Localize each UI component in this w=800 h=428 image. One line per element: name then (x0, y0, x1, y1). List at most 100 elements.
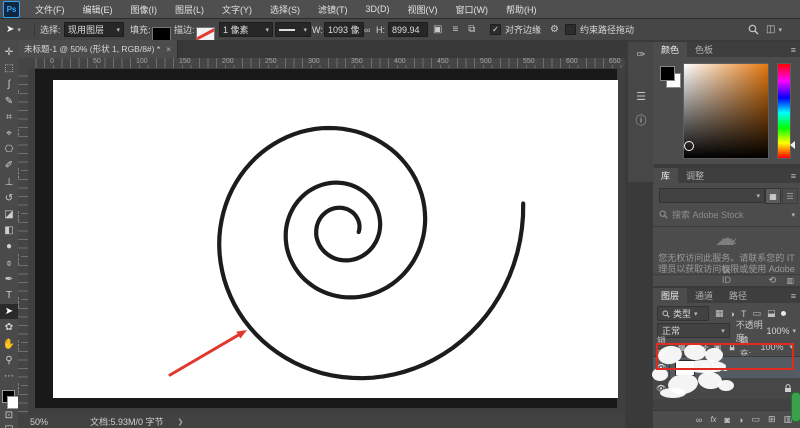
align-edges-checkbox[interactable]: ✓ 对齐边缘 (490, 19, 541, 40)
menu-item-11[interactable]: 帮助(H) (497, 3, 546, 16)
ruler-v-label-50: 50 (18, 128, 21, 136)
sync-icon[interactable]: ⟲ (768, 275, 776, 286)
history-brush-tool[interactable]: ↺ (0, 191, 18, 206)
tab-channels[interactable]: 通道 (687, 288, 721, 303)
filter-pixel-layers-icon[interactable]: ▦ (715, 308, 724, 319)
filter-toggle-pin[interactable] (781, 311, 787, 316)
menu-item-10[interactable]: 窗口(W) (447, 3, 498, 16)
grid-view-button[interactable]: ▦ (765, 188, 781, 204)
healing-brush-tool[interactable]: ⎔ (0, 142, 18, 157)
menu-item-8[interactable]: 3D(D) (357, 4, 399, 14)
filter-adjustment-layers-icon[interactable]: ◑ (730, 309, 735, 319)
document-canvas[interactable] (53, 80, 618, 398)
stroke-width-dropdown[interactable]: 1 像素 ▾ (219, 19, 273, 40)
select-mode-dropdown[interactable]: 现用图层 ▾ (64, 19, 124, 40)
tab-libraries[interactable]: 库 (653, 168, 679, 183)
tab-color[interactable]: 颜色 (653, 42, 688, 57)
gradient-tool[interactable]: ◧ (0, 223, 18, 238)
options-bar: ➤ ▾ 选择: 现用图层 ▾ 填充: 描边: 1 像素 ▾ ▾ W: 1093 像 … (0, 19, 800, 41)
list-view-button[interactable]: ☰ (782, 188, 798, 204)
hue-slider-arrow[interactable] (790, 141, 795, 149)
shape-options-gear-icon[interactable]: ⚙ (545, 19, 564, 40)
constrain-path-checkbox[interactable]: 约束路径拖动 (565, 19, 634, 40)
link-dimensions-icon[interactable]: ∞ (364, 19, 370, 40)
tab-adjustments[interactable]: 调整 (678, 168, 712, 183)
quick-mask-icon[interactable]: ⊡ (0, 408, 18, 423)
trash-icon[interactable]: ▥ (786, 276, 794, 285)
path-arrangement-icon[interactable]: ⧉ (468, 24, 475, 35)
menu-item-2[interactable]: 编辑(E) (74, 3, 122, 16)
layer-filter-dropdown[interactable]: 类型 ▾ (657, 306, 709, 321)
menu-item-7[interactable]: 滤镜(T) (309, 3, 357, 16)
new-layer-icon[interactable]: ⊞ (768, 414, 776, 425)
custom-shape-tool[interactable]: ✿ (0, 320, 18, 335)
layer-mask-icon[interactable]: ◙ (725, 415, 730, 425)
eyedropper-tool[interactable]: ⌖ (0, 126, 18, 141)
quick-selection-tool[interactable]: ✎ (0, 94, 18, 109)
panel-menu-icon[interactable]: ≡ (791, 45, 796, 55)
menu-item-4[interactable]: 图层(L) (166, 3, 213, 16)
height-field[interactable]: 899.94 (388, 19, 428, 40)
path-selection-tool[interactable]: ➤ (0, 304, 18, 320)
menu-item-5[interactable]: 文字(Y) (213, 3, 261, 16)
tool-preset-picker[interactable]: ➤ ▾ (6, 19, 21, 40)
hand-tool[interactable]: ✋ (0, 337, 18, 352)
workspace-icon: ◫ (766, 24, 776, 35)
blur-tool[interactable]: ● (0, 239, 18, 254)
color-picker-cursor[interactable] (684, 141, 694, 151)
stroke-type-dropdown[interactable]: ▾ (275, 19, 311, 40)
menu-item-6[interactable]: 选择(S) (261, 3, 309, 16)
type-tool[interactable]: T (0, 288, 18, 303)
link-layers-icon[interactable]: ∞ (696, 415, 702, 425)
tab-paths[interactable]: 路径 (721, 288, 755, 303)
info-panel-icon[interactable]: ⓘ (628, 108, 654, 132)
adjustment-layer-icon[interactable]: ◑ (738, 415, 743, 425)
library-type-dropdown[interactable]: ▾ (659, 188, 765, 203)
filter-smart-objects-icon[interactable]: ⬓ (767, 308, 776, 319)
zoom-level-field[interactable]: 50% (30, 417, 48, 427)
menu-item-1[interactable]: 文件(F) (26, 3, 74, 16)
width-field[interactable]: 1093 像 (324, 19, 364, 40)
path-alignment-icon[interactable]: ≡ (452, 24, 458, 35)
hue-slider[interactable] (777, 63, 791, 159)
more-tools[interactable]: ⋯ (0, 369, 18, 384)
panel-menu-icon[interactable]: ≡ (791, 291, 796, 301)
ruler-v-label-300: 300 (18, 339, 21, 351)
marquee-tool[interactable]: ⬚ (0, 61, 18, 76)
panel-menu-icon[interactable]: ≡ (791, 171, 796, 181)
library-search-field[interactable]: 搜索 Adobe Stock ▾ (659, 208, 795, 221)
path-operations-icon[interactable]: ▣ (433, 24, 442, 35)
background-lock-icon (785, 384, 791, 392)
lasso-tool[interactable]: ʃ (0, 77, 18, 92)
watermark-blob (660, 388, 686, 398)
layer-style-icon[interactable]: fx (710, 415, 716, 424)
screen-mode-icon[interactable]: ⬓ (0, 422, 18, 428)
eraser-tool[interactable]: ◪ (0, 207, 18, 222)
dodge-tool[interactable]: ⌽ (0, 256, 18, 271)
group-layers-icon[interactable]: ▭ (751, 414, 760, 425)
workspace-switcher[interactable]: ◫ ▾ (766, 19, 782, 40)
tool-bar: ✛⬚ʃ ✎⌗⌖⎔✐ ⊥↺◪◧● ⌽✒T➤✿ ✋⚲⋯ ⊡ ⬓ (0, 40, 20, 428)
opacity-value[interactable]: 100% (766, 326, 789, 336)
move-tool[interactable]: ✛ (0, 45, 18, 60)
crop-tool[interactable]: ⌗ (0, 110, 18, 125)
brush-tool[interactable]: ✐ (0, 158, 18, 173)
menu-item-9[interactable]: 视图(V) (399, 3, 447, 16)
tab-layers[interactable]: 图层 (653, 288, 688, 303)
foreground-color-swatch[interactable] (660, 66, 675, 81)
menu-item-3[interactable]: 图像(I) (122, 3, 167, 16)
status-options-chevron-icon[interactable]: ❯ (178, 418, 184, 426)
document-tab[interactable]: 未标题-1 @ 50% (形状 1, RGB/8#) * × (18, 40, 179, 58)
pen-tool[interactable]: ✒ (0, 272, 18, 287)
clone-stamp-tool[interactable]: ⊥ (0, 175, 18, 190)
zoom-tool[interactable]: ⚲ (0, 353, 18, 368)
tab-swatches[interactable]: 色板 (687, 42, 721, 57)
no-color-slash-icon (197, 27, 214, 40)
canvas-pasteboard[interactable] (28, 68, 625, 415)
filter-kind-label: 类型 (673, 309, 692, 319)
history-panel-icon[interactable]: ✑ (628, 42, 654, 66)
search-icon[interactable] (748, 19, 759, 40)
color-saturation-field[interactable] (683, 63, 769, 159)
properties-panel-icon[interactable]: ☰ (628, 84, 654, 108)
close-tab-icon[interactable]: × (166, 44, 171, 54)
